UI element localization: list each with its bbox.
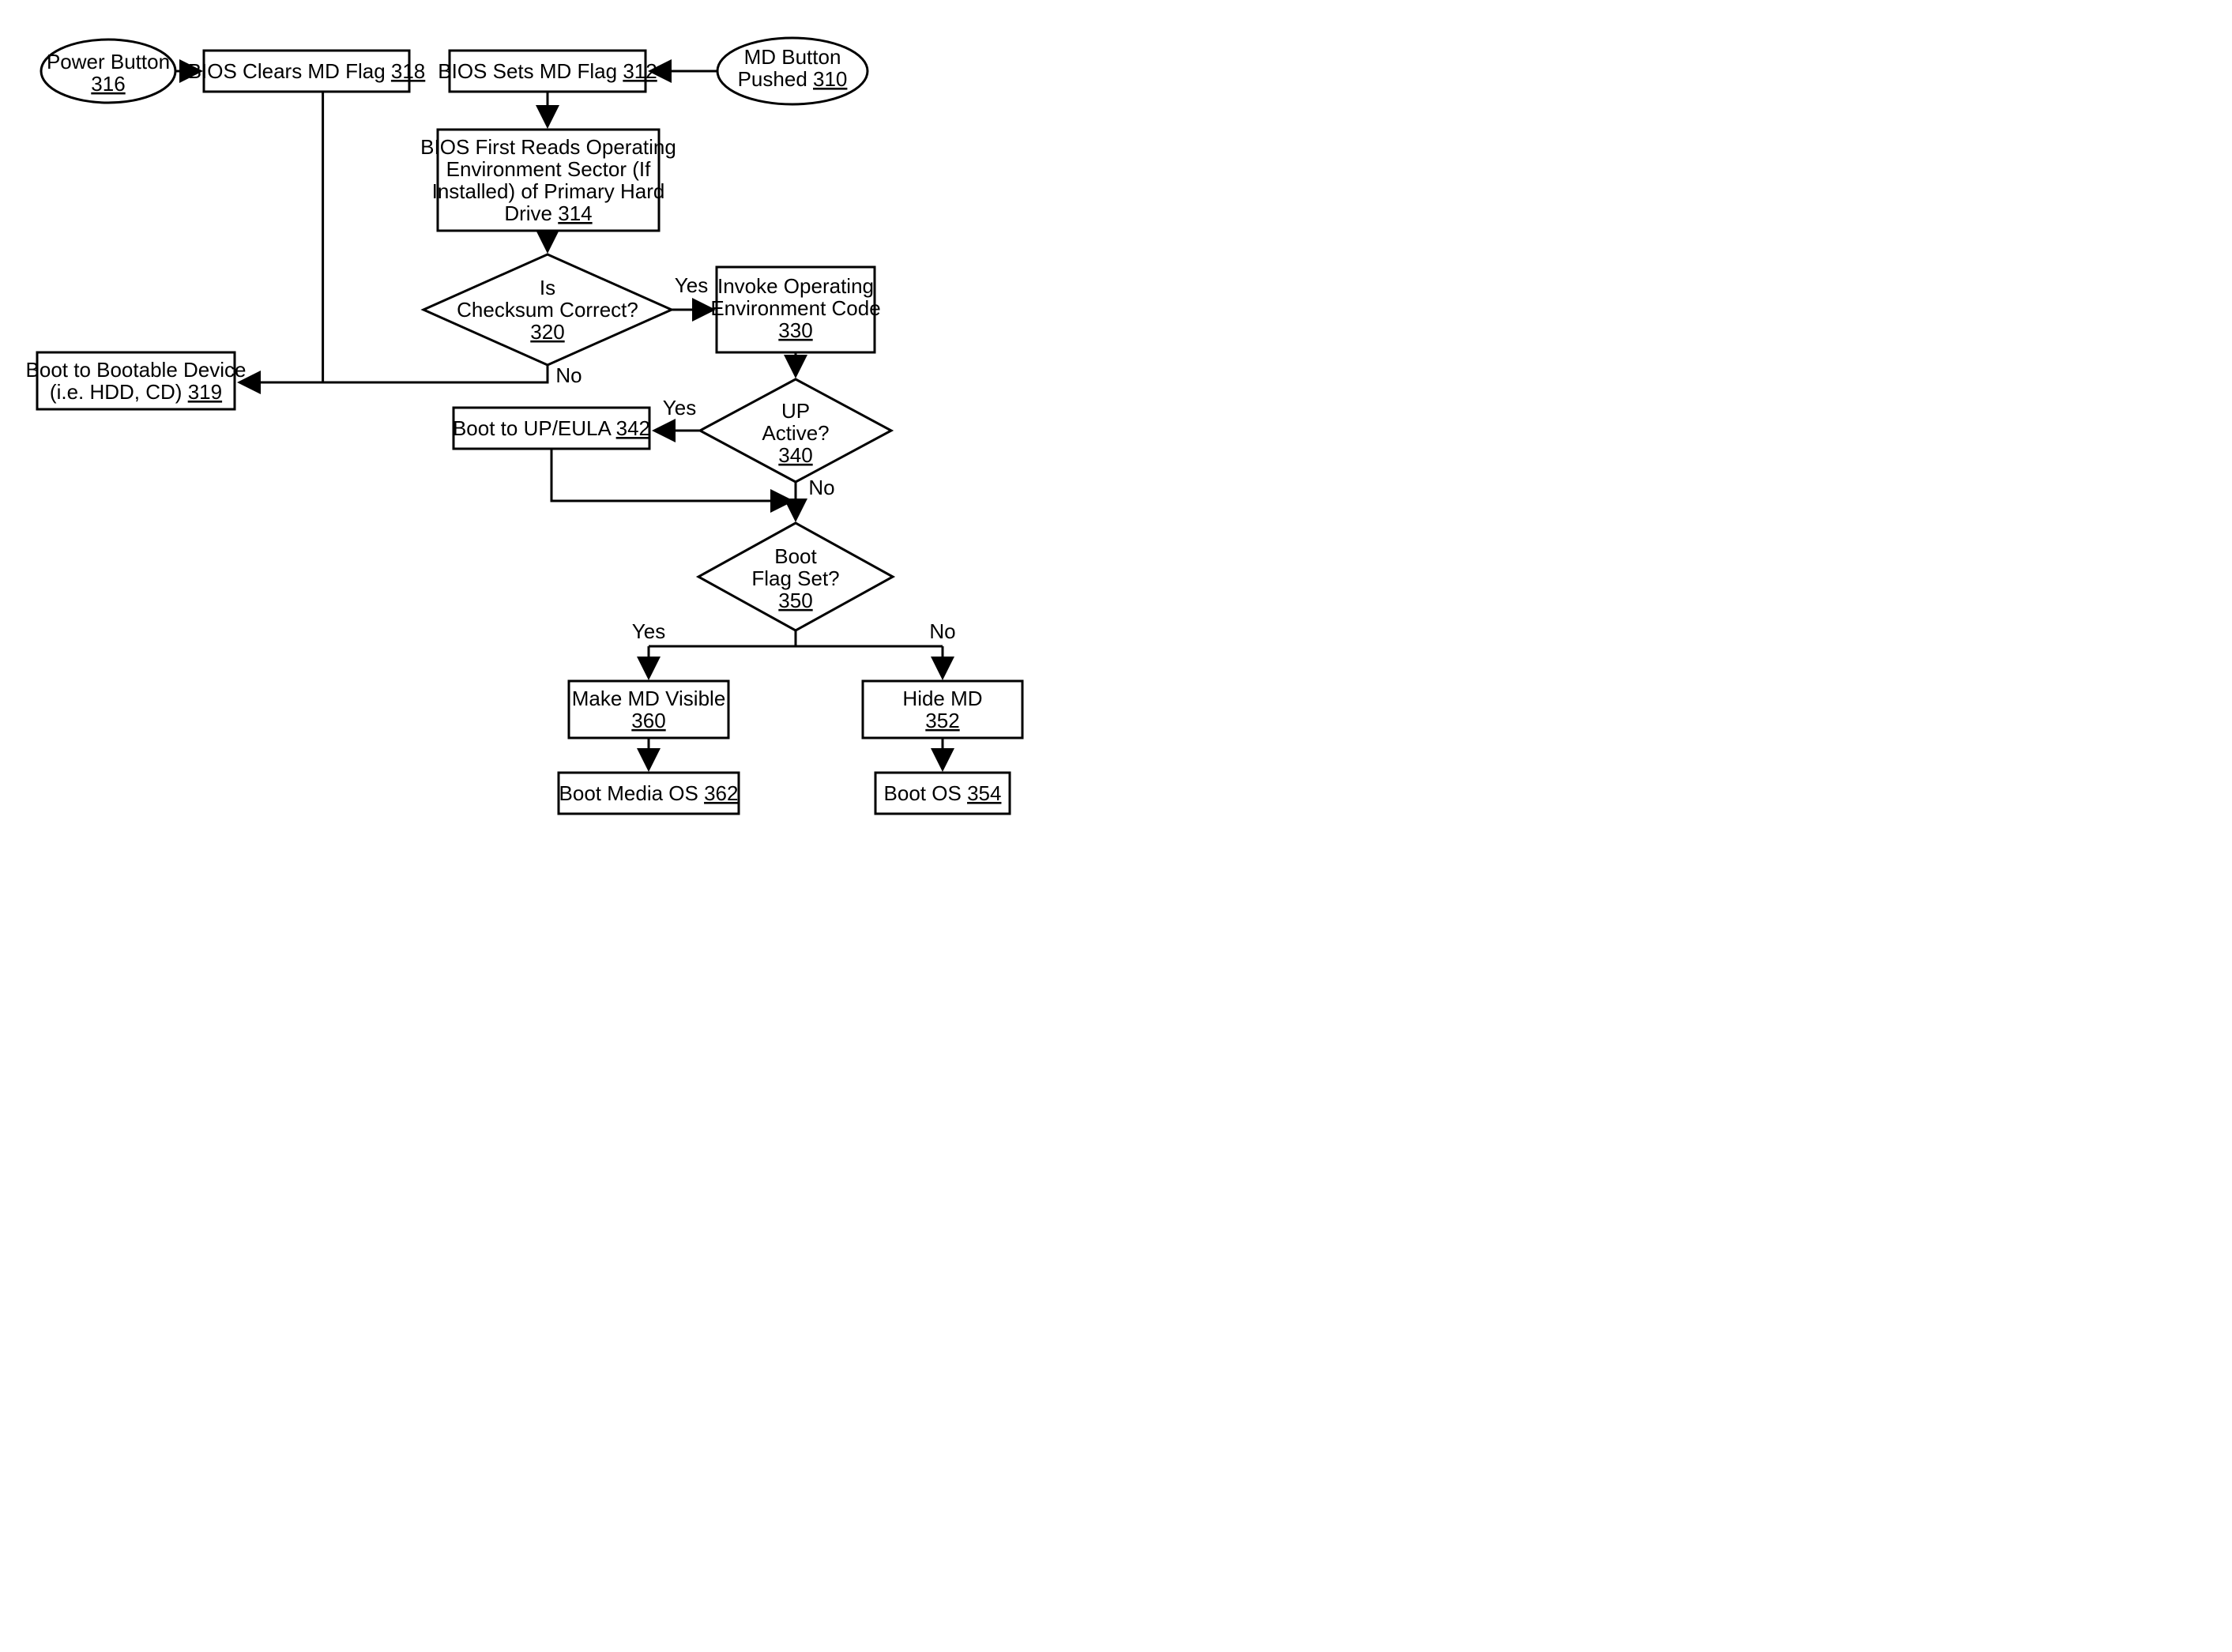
- node-bios-reads-sector: BIOS First Reads Operating Environment S…: [420, 130, 676, 231]
- svg-text:BIOS Clears MD Flag: BIOS Clears MD Flag 318: [188, 59, 426, 83]
- svg-text:Power Button: Power Button: [47, 50, 170, 73]
- node-checksum-decision: Is Checksum Correct? 320: [423, 254, 672, 365]
- svg-text:Checksum Correct?: Checksum Correct?: [457, 298, 638, 322]
- svg-text:330: 330: [778, 318, 812, 342]
- svg-text:Invoke Operating: Invoke Operating: [717, 274, 874, 298]
- svg-text:Pushed 310: Pushed 310: [738, 67, 848, 91]
- node-power-button: Power Button 316: [41, 40, 175, 103]
- node-make-md-visible: Make MD Visible 360: [569, 681, 728, 738]
- svg-text:350: 350: [778, 589, 812, 612]
- svg-text:UP: UP: [781, 399, 810, 423]
- svg-text:Drive 314: Drive 314: [504, 201, 592, 225]
- node-boot-flag-decision: Boot Flag Set? 350: [698, 523, 893, 630]
- edge-320-319: [239, 365, 548, 382]
- node-hide-md: Hide MD 352: [863, 681, 1022, 738]
- svg-text:Environment Sector (If: Environment Sector (If: [446, 157, 651, 181]
- svg-text:(i.e. HDD, CD) 3: (i.e. HDD, CD) 319: [50, 380, 222, 404]
- svg-text:320: 320: [530, 320, 564, 344]
- node-boot-os: Boot OS 354: [875, 773, 1010, 814]
- svg-text:Environment Code: Environment Code: [710, 296, 880, 320]
- svg-text:Boot to UP/EULA: Boot to UP/EULA 342: [453, 416, 650, 440]
- svg-text:Active?: Active?: [762, 421, 829, 445]
- label-yes-320: Yes: [675, 273, 708, 297]
- label-no-320: No: [555, 363, 582, 387]
- node-boot-up-eula: Boot to UP/EULA 342: [453, 408, 650, 449]
- svg-text:360: 360: [631, 709, 665, 732]
- label-no-350: No: [929, 619, 955, 643]
- node-up-active-decision: UP Active? 340: [700, 379, 891, 482]
- svg-text:Is: Is: [540, 276, 555, 299]
- svg-text:Boot to Bootable Device: Boot to Bootable Device: [26, 358, 247, 382]
- label-no-340: No: [808, 476, 834, 499]
- svg-text:340: 340: [778, 443, 812, 467]
- svg-text:Flag Set?: Flag Set?: [751, 566, 839, 590]
- node-md-button-pushed: MD Button Pushed 310: [717, 38, 868, 104]
- node-boot-bootable-device: Boot to Bootable Device (i.e. HDD, CD) 3…: [26, 352, 247, 409]
- node-boot-media-os: Boot Media OS 362: [559, 773, 739, 814]
- svg-text:Boot OS 354: Boot OS 354: [884, 781, 1002, 805]
- svg-text:BIOS Sets MD Flag: BIOS Sets MD Flag 312: [438, 59, 657, 83]
- svg-text:316: 316: [91, 72, 125, 96]
- label-yes-340: Yes: [663, 396, 696, 420]
- svg-text:Hide MD: Hide MD: [902, 687, 982, 710]
- flowchart-diagram: Power Button 316 BIOS Clears MD Flag 318…: [0, 0, 1161, 859]
- svg-text:MD Button: MD Button: [744, 45, 841, 69]
- node-bios-clears-md-flag: BIOS Clears MD Flag 318: [188, 51, 426, 92]
- svg-text:Make MD Visible: Make MD Visible: [572, 687, 726, 710]
- label-yes-350: Yes: [632, 619, 665, 643]
- svg-text:352: 352: [925, 709, 959, 732]
- svg-text:BIOS First Reads Operating: BIOS First Reads Operating: [420, 135, 676, 159]
- node-bios-sets-md-flag: BIOS Sets MD Flag 312: [438, 51, 657, 92]
- node-invoke-operating-env: Invoke Operating Environment Code 330: [710, 267, 880, 352]
- svg-text:Boot: Boot: [774, 544, 817, 568]
- svg-text:Installed) of Primary Hard: Installed) of Primary Hard: [432, 179, 665, 203]
- svg-text:Boot Media OS 36: Boot Media OS 362: [559, 781, 739, 805]
